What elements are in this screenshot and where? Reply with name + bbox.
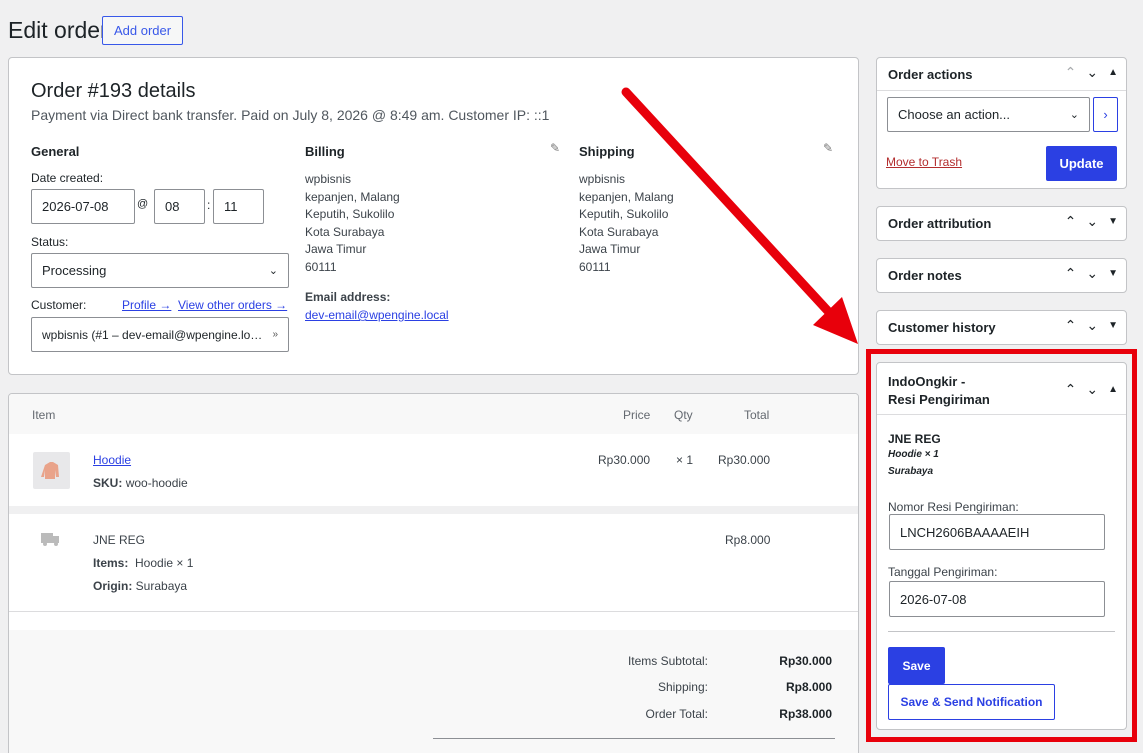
order-actions-title: Order actions (888, 67, 973, 82)
items-subtotal-label: Items Subtotal: (627, 654, 708, 668)
billing-heading: Billing (305, 144, 345, 159)
order-attribution-title: Order attribution (888, 216, 992, 231)
update-button[interactable]: Update (1046, 146, 1117, 181)
shipping-total-value: Rp8.000 (785, 680, 832, 694)
order-items-panel: Item Price Qty Total Hoodie SKU: woo-hoo… (8, 393, 859, 753)
shipping-method-name: JNE REG (93, 533, 146, 547)
product-qty: × 1 (676, 453, 694, 467)
product-thumbnail (33, 452, 70, 489)
shipping-items: Items: Hoodie × 1 (93, 556, 194, 570)
shipping-origin: Origin: Surabaya (93, 579, 188, 593)
order-total-value: Rp38.000 (779, 707, 832, 721)
move-up-icon[interactable]: ⌃ (1065, 64, 1077, 81)
product-total: Rp30.000 (718, 453, 771, 467)
shipping-line-total: Rp8.000 (725, 533, 771, 547)
apply-action-button[interactable]: › (1093, 97, 1118, 132)
totals-section (9, 630, 858, 753)
product-name-link[interactable]: Hoodie (93, 453, 131, 467)
date-created-label: Date created: (31, 171, 104, 185)
order-action-select[interactable]: Choose an action... ⌄ (887, 97, 1090, 132)
move-down-icon[interactable]: ⌄ (1086, 213, 1098, 230)
order-actions-box: Order actions ⌃ ⌄ ▲ Choose an action... … (876, 57, 1127, 189)
chevron-down-icon: ⌄ (1069, 109, 1079, 121)
move-down-icon[interactable]: ⌄ (1086, 265, 1098, 282)
add-order-button[interactable]: Add order (102, 16, 184, 45)
customer-value: wpbisnis (#1 – dev-email@wpengine.lo… (42, 327, 263, 342)
email-link[interactable]: dev-email@wpengine.local (305, 308, 449, 322)
truck-icon (41, 532, 61, 549)
move-to-trash-link[interactable]: Move to Trash (886, 155, 962, 169)
collapse-toggle-icon[interactable]: ▲ (1108, 67, 1118, 78)
move-up-icon[interactable]: ⌃ (1065, 317, 1077, 334)
order-title: Order #193 details (31, 80, 196, 102)
page-title: Edit order (8, 17, 108, 43)
order-subtitle: Payment via Direct bank transfer. Paid o… (31, 107, 550, 123)
expand-toggle-icon[interactable]: ▼ (1108, 216, 1118, 227)
items-header-row: Item Price Qty Total (9, 394, 858, 434)
status-label: Status: (31, 235, 69, 249)
shipping-total-label: Shipping: (657, 680, 708, 694)
shipping-address: wpbisnis kepanjen, Malang Keputih, Sukol… (579, 172, 674, 274)
item-column-header: Item (32, 408, 56, 422)
move-down-icon[interactable]: ⌄ (1086, 64, 1098, 81)
divider (9, 611, 858, 612)
customer-select[interactable]: wpbisnis (#1 – dev-email@wpengine.lo… » (31, 317, 289, 352)
order-notes-box[interactable]: Order notes ⌃ ⌄ ▼ (876, 258, 1127, 293)
total-column-header: Total (744, 408, 770, 422)
move-up-icon[interactable]: ⌃ (1065, 265, 1077, 282)
customer-history-box[interactable]: Customer history ⌃ ⌄ ▼ (876, 310, 1127, 345)
order-action-value: Choose an action... (898, 107, 1011, 122)
order-attribution-box[interactable]: Order attribution ⌃ ⌄ ▼ (876, 206, 1127, 241)
qty-column-header: Qty (674, 408, 693, 422)
view-other-orders-link[interactable]: View other orders → (178, 298, 287, 312)
divider (433, 738, 835, 739)
general-heading: General (31, 144, 80, 159)
date-created-input[interactable]: 2026-07-08 (31, 189, 135, 224)
profile-link[interactable]: Profile → (122, 298, 171, 312)
status-value: Processing (42, 263, 107, 278)
shipping-heading: Shipping (579, 144, 635, 159)
billing-address: wpbisnis kepanjen, Malang Keputih, Sukol… (305, 172, 400, 274)
minute-input[interactable]: 11 (213, 189, 264, 224)
divider (9, 506, 858, 514)
expand-toggle-icon[interactable]: ▼ (1108, 320, 1118, 331)
edit-shipping-pencil-icon[interactable]: ✎ (823, 141, 833, 155)
highlight-box (866, 349, 1137, 742)
expand-toggle-icon[interactable]: ▼ (1108, 268, 1118, 279)
edit-billing-pencil-icon[interactable]: ✎ (550, 141, 560, 155)
move-up-icon[interactable]: ⌃ (1065, 213, 1077, 230)
customer-label: Customer: (31, 298, 87, 312)
order-details-panel: Order #193 details Payment via Direct ba… (8, 57, 859, 375)
chevron-down-icon: » (272, 329, 278, 340)
product-sku: SKU: woo-hoodie (93, 476, 188, 490)
order-notes-title: Order notes (888, 268, 962, 283)
email-label: Email address: (305, 290, 391, 304)
move-down-icon[interactable]: ⌄ (1086, 317, 1098, 334)
hour-input[interactable]: 08 (154, 189, 205, 224)
time-colon: : (207, 198, 211, 212)
price-column-header: Price (623, 408, 651, 422)
at-sign: @ (137, 198, 149, 210)
chevron-down-icon: ⌄ (268, 265, 278, 277)
product-price: Rp30.000 (598, 453, 651, 467)
status-select[interactable]: Processing ⌄ (31, 253, 289, 288)
order-total-label: Order Total: (645, 707, 708, 721)
items-subtotal-value: Rp30.000 (779, 654, 832, 668)
customer-history-title: Customer history (888, 320, 996, 335)
